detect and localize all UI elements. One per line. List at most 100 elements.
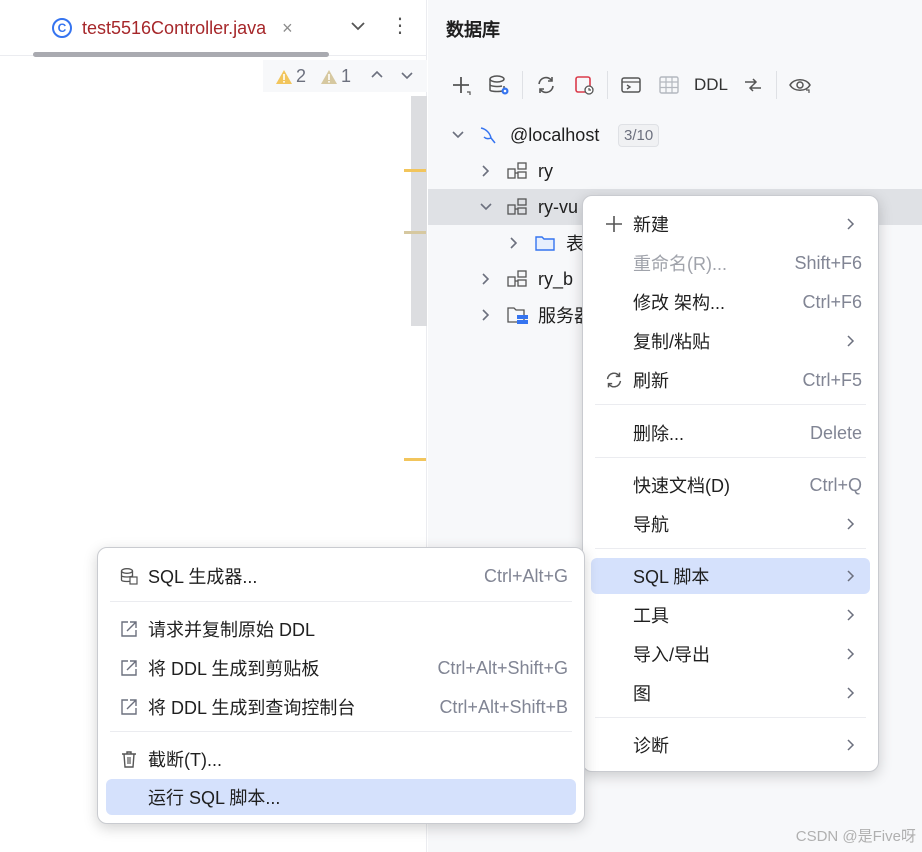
external-link-icon [118, 696, 140, 718]
menu-item-ddl-to-console[interactable]: 将 DDL 生成到查询控制台 Ctrl+Alt+Shift+B [106, 689, 576, 725]
console-icon[interactable] [612, 68, 650, 102]
weak-warning-icon [321, 69, 337, 84]
menu-separator [595, 717, 866, 718]
menu-item-label: 刷新 [633, 371, 669, 391]
menu-item-quick-doc[interactable]: 快速文档(D) Ctrl+Q [591, 467, 870, 503]
menu-item-delete[interactable]: 删除... Delete [591, 415, 870, 451]
chevron-right-icon[interactable] [478, 163, 494, 179]
editor-scrollbar[interactable] [411, 96, 427, 326]
chevron-right-icon [847, 570, 855, 582]
menu-item-shortcut: Ctrl+F5 [802, 369, 862, 390]
menu-item-shortcut: Shift+F6 [794, 252, 862, 273]
menu-separator [110, 601, 572, 602]
menu-item-label: SQL 脚本 [633, 567, 710, 587]
plus-icon[interactable] [442, 68, 480, 102]
ide-window: C test5516Controller.java × ⋮ 2 1 数据库 DD… [0, 0, 922, 852]
chevron-right-icon [847, 739, 855, 751]
tab-close-icon[interactable]: × [282, 18, 293, 39]
schema-icon [507, 162, 527, 179]
chevron-right-icon[interactable] [478, 307, 494, 323]
menu-item-truncate[interactable]: 截断(T)... [106, 741, 576, 777]
toolbar-separator [776, 71, 778, 99]
sql-scripts-submenu: SQL 生成器... Ctrl+Alt+G 请求并复制原始 DDL 将 DDL … [97, 547, 585, 824]
compare-icon[interactable] [734, 68, 772, 102]
tree-node-label: @localhost [510, 124, 600, 145]
tree-node-localhost[interactable]: @localhost 3/10 [428, 117, 922, 153]
inspection-widget[interactable]: 2 1 [263, 60, 427, 92]
folder-icon [535, 236, 555, 251]
chevron-right-icon [847, 687, 855, 699]
external-link-icon [118, 657, 140, 679]
datasource-settings-icon[interactable] [480, 68, 518, 102]
inspection-bar: 2 1 [0, 60, 427, 94]
warning-marker[interactable] [404, 458, 426, 461]
menu-item-label: 删除... [633, 424, 685, 444]
menu-item-sql-generator[interactable]: SQL 生成器... Ctrl+Alt+G [106, 558, 576, 594]
stop-icon[interactable] [565, 68, 603, 102]
chevron-right-icon[interactable] [506, 235, 522, 251]
menu-item-shortcut: Ctrl+Alt+Shift+G [437, 657, 568, 678]
tree-node-label: ry [538, 160, 553, 181]
menu-item-label: 修改 架构... [633, 293, 726, 313]
menu-item-refresh[interactable]: 刷新 Ctrl+F5 [591, 362, 870, 398]
menu-item-label: 诊断 [633, 736, 669, 756]
more-vertical-icon[interactable]: ⋮ [390, 14, 410, 38]
menu-item-label: 将 DDL 生成到剪贴板 [148, 659, 320, 679]
sql-generator-icon [118, 565, 140, 587]
menu-item-modify-schema[interactable]: 修改 架构... Ctrl+F6 [591, 284, 870, 320]
schema-icon [507, 198, 527, 215]
menu-item-diagrams[interactable]: 图 [591, 675, 870, 711]
menu-item-label: 快速文档(D) [633, 476, 730, 496]
chevron-right-icon [847, 218, 855, 230]
weak-warning-marker[interactable] [404, 231, 426, 234]
chevron-down-icon[interactable] [450, 127, 466, 143]
chevron-right-icon [847, 609, 855, 621]
trash-icon [118, 748, 140, 770]
weak-warning-count[interactable]: 1 [320, 66, 351, 87]
menu-item-label: 图 [633, 684, 651, 704]
menu-item-rename[interactable]: 重命名(R)... Shift+F6 [591, 245, 870, 281]
chevron-down-icon[interactable] [478, 199, 494, 215]
chevron-down-icon[interactable] [348, 16, 368, 36]
menu-item-label: 将 DDL 生成到查询控制台 [148, 698, 356, 718]
plus-icon [603, 213, 625, 235]
weak-warning-count-label: 1 [341, 66, 352, 86]
mysql-dolphin-icon [480, 127, 496, 144]
menu-separator [110, 731, 572, 732]
panel-title: 数据库 [446, 20, 500, 40]
menu-separator [595, 404, 866, 405]
editor-tab[interactable]: C test5516Controller.java × [52, 14, 293, 42]
menu-item-tools[interactable]: 工具 [591, 597, 870, 633]
chevron-right-icon [847, 335, 855, 347]
warning-marker[interactable] [404, 169, 426, 172]
schema-icon [507, 270, 527, 287]
menu-item-label: 请求并复制原始 DDL [148, 620, 316, 640]
chevron-right-icon [847, 648, 855, 660]
menu-item-request-copy-ddl[interactable]: 请求并复制原始 DDL [106, 611, 576, 647]
menu-item-run-sql-script[interactable]: 运行 SQL 脚本... [106, 779, 576, 815]
toolbar-separator [522, 71, 523, 99]
menu-item-sql-scripts[interactable]: SQL 脚本 [591, 558, 870, 594]
table-icon[interactable] [650, 68, 688, 102]
menu-item-new[interactable]: 新建 [591, 206, 870, 242]
warning-icon [276, 69, 292, 84]
menu-item-import-export[interactable]: 导入/导出 [591, 636, 870, 672]
refresh-icon[interactable] [527, 68, 565, 102]
eye-icon[interactable] [781, 68, 819, 102]
menu-item-shortcut: Delete [809, 422, 862, 443]
menu-item-diagnostics[interactable]: 诊断 [591, 727, 870, 763]
ddl-button[interactable]: DDL [688, 75, 734, 95]
menu-item-shortcut: Ctrl+F6 [802, 291, 862, 312]
chevron-up-icon[interactable] [368, 66, 386, 84]
menu-item-navigate[interactable]: 导航 [591, 506, 870, 542]
refresh-icon [603, 369, 625, 391]
chevron-right-icon[interactable] [478, 271, 494, 287]
tree-node-ry[interactable]: ry [428, 153, 922, 189]
warning-count[interactable]: 2 [275, 66, 306, 87]
menu-item-ddl-to-clipboard[interactable]: 将 DDL 生成到剪贴板 Ctrl+Alt+Shift+G [106, 650, 576, 686]
java-class-icon: C [52, 18, 72, 38]
menu-item-label: 重命名(R)... [633, 254, 727, 274]
toolbar-separator [607, 71, 608, 99]
menu-item-copy-paste[interactable]: 复制/粘贴 [591, 323, 870, 359]
chevron-down-icon[interactable] [398, 66, 416, 84]
